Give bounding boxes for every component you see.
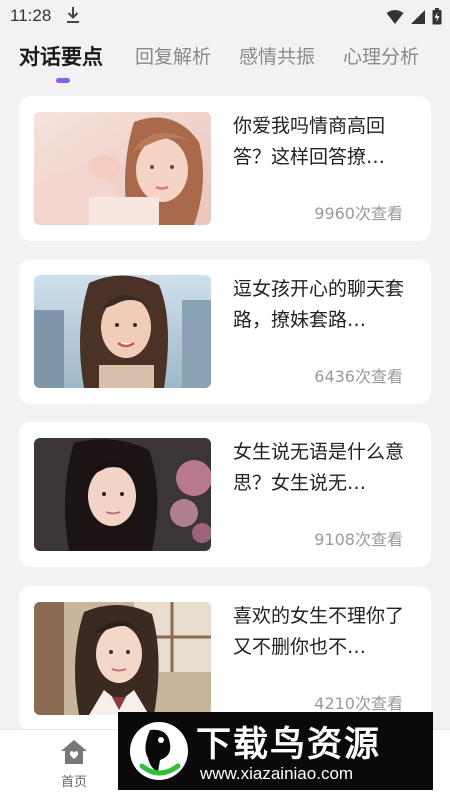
signal-icon	[410, 9, 426, 29]
article-thumbnail	[34, 275, 211, 388]
active-tab-indicator	[56, 78, 70, 83]
article-card[interactable]: 女生说无语是什么意思？女生说无… 9108次查看	[19, 422, 431, 567]
article-title: 你爱我吗情商高回答？这样回答撩…	[233, 115, 386, 168]
nav-home[interactable]: 首页	[50, 738, 98, 790]
wifi-icon	[386, 9, 404, 29]
article-card[interactable]: 逗女孩开心的聊天套路，撩妹套路… 6436次查看	[19, 259, 431, 404]
status-time: 11:28	[10, 6, 52, 25]
watermark-logo	[128, 720, 190, 782]
status-icons	[386, 8, 442, 29]
article-title: 逗女孩开心的聊天套路，撩妹套路…	[233, 278, 405, 331]
article-card[interactable]: 你爱我吗情商高回答？这样回答撩… 9960次查看	[19, 96, 431, 241]
article-card[interactable]: 喜欢的女生不理你了又不删你也不… 4210次查看	[19, 586, 431, 731]
watermark-overlay: 下载鸟资源 www.xiazainiao.com	[118, 712, 433, 790]
article-view-count: 9108次查看	[314, 530, 403, 549]
nav-home-label: 首页	[60, 775, 87, 790]
tab-reply-analysis[interactable]: 回复解析	[135, 42, 211, 69]
article-title: 女生说无语是什么意思？女生说无…	[233, 441, 405, 494]
download-icon	[66, 6, 80, 28]
article-thumbnail	[34, 602, 211, 715]
article-view-count: 9960次查看	[314, 204, 403, 223]
article-thumbnail	[34, 112, 211, 225]
category-tabs: 对话要点 回复解析 感情共振 心理分析	[0, 38, 450, 83]
article-view-count: 4210次查看	[314, 694, 403, 713]
home-icon	[59, 740, 89, 770]
tab-dialogue-points[interactable]: 对话要点	[19, 41, 103, 71]
article-thumbnail	[34, 438, 211, 551]
status-bar: 11:28	[0, 0, 450, 32]
article-title: 喜欢的女生不理你了又不删你也不…	[233, 605, 405, 658]
watermark-title: 下载鸟资源	[196, 725, 382, 765]
tab-psychology-analysis[interactable]: 心理分析	[343, 42, 419, 69]
watermark-url: www.xiazainiao.com	[200, 764, 354, 783]
article-view-count: 6436次查看	[314, 367, 403, 386]
tab-emotional-resonance[interactable]: 感情共振	[239, 42, 315, 69]
battery-icon	[432, 8, 442, 29]
